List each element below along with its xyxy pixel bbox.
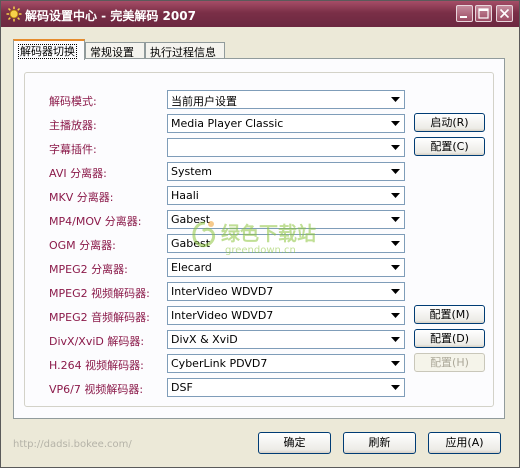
divx-xvid-decoder-select[interactable]: DivX & XviD (167, 330, 405, 349)
config-divx-button[interactable]: 配置(D) (414, 329, 485, 348)
main-player-label: 主播放器: (49, 119, 97, 132)
app-window: 解码设置中心 - 完美解码 2007 解码器切换 常规设置 执行过程信息 解码模… (0, 0, 520, 468)
close-icon (499, 8, 510, 19)
vp67-decoder-label: VP6/7 视频解码器: (49, 383, 144, 396)
chevron-down-icon[interactable] (388, 380, 403, 395)
config-h264-button[interactable]: 配置(H) (414, 353, 485, 372)
ok-button[interactable]: 确定 (258, 432, 331, 454)
config-audio-decoder-button[interactable]: 配置(M) (414, 305, 485, 324)
tab-decoder-switch[interactable]: 解码器切换 (13, 39, 85, 60)
main-player-select[interactable]: Media Player Classic (167, 114, 405, 133)
decode-mode-select[interactable]: 当前用户设置 (167, 90, 405, 109)
author-url: http://dadsi.bokee.com/ (13, 439, 132, 450)
config-subtitle-button[interactable]: 配置(C) (414, 137, 485, 156)
mkv-splitter-select[interactable]: Haali (167, 186, 405, 205)
mp4-splitter-label: MP4/MOV 分离器: (49, 215, 142, 228)
divx-xvid-decoder-label: DivX/XviD 解码器: (49, 335, 145, 348)
apply-button[interactable]: 应用(A) (428, 432, 501, 454)
maximize-icon (478, 8, 489, 19)
chevron-down-icon[interactable] (388, 284, 403, 299)
mpeg2-splitter-label: MPEG2 分离器: (49, 263, 128, 276)
tab-execution-info[interactable]: 执行过程信息 (145, 42, 225, 59)
chevron-down-icon[interactable] (388, 260, 403, 275)
chevron-down-icon[interactable] (388, 116, 403, 131)
leaf-logo-icon (192, 221, 216, 248)
ogm-splitter-label: OGM 分离器: (49, 239, 116, 252)
mpeg2-audio-decoder-select[interactable]: InterVideo WDVD7 (167, 306, 405, 325)
main-player-value: Media Player Classic (171, 117, 284, 130)
minimize-icon (460, 16, 467, 18)
refresh-button[interactable]: 刷新 (343, 432, 416, 454)
watermark-subtitle: greendown.cn (225, 245, 296, 256)
close-button[interactable] (496, 5, 513, 22)
tab-general-settings[interactable]: 常规设置 (85, 42, 145, 59)
app-sun-icon (6, 6, 22, 22)
decode-mode-label: 解码模式: (49, 95, 97, 108)
decode-mode-value: 当前用户设置 (171, 95, 237, 108)
h264-decoder-value: CyberLink PDVD7 (171, 357, 268, 370)
mpeg2-audio-decoder-label: MPEG2 音频解码器: (49, 311, 150, 324)
tab-label: 解码器切换 (18, 44, 77, 59)
start-player-button[interactable]: 启动(R) (414, 113, 485, 132)
avi-splitter-value: System (171, 165, 213, 178)
chevron-down-icon[interactable] (388, 332, 403, 347)
subtitle-plugin-select[interactable] (167, 138, 405, 157)
h264-decoder-select[interactable]: CyberLink PDVD7 (167, 354, 405, 373)
divx-xvid-decoder-value: DivX & XviD (171, 333, 238, 346)
chevron-down-icon[interactable] (388, 164, 403, 179)
minimize-button[interactable] (456, 5, 473, 22)
subtitle-plugin-label: 字幕插件: (49, 143, 97, 156)
chevron-down-icon[interactable] (388, 92, 403, 107)
chevron-down-icon[interactable] (388, 356, 403, 371)
mpeg2-splitter-value: Elecard (171, 261, 212, 274)
chevron-down-icon[interactable] (388, 236, 403, 251)
mpeg2-video-decoder-select[interactable]: InterVideo WDVD7 (167, 282, 405, 301)
avi-splitter-label: AVI 分离器: (49, 167, 107, 180)
watermark-title: 绿色下载站 (221, 223, 317, 245)
maximize-button[interactable] (475, 5, 492, 22)
mkv-splitter-label: MKV 分离器: (49, 191, 114, 204)
mpeg2-video-decoder-value: InterVideo WDVD7 (171, 285, 274, 298)
h264-decoder-label: H.264 视频解码器: (49, 359, 144, 372)
vp67-decoder-select[interactable]: DSF (167, 378, 405, 397)
mpeg2-splitter-select[interactable]: Elecard (167, 258, 405, 277)
vp67-decoder-value: DSF (171, 381, 193, 394)
chevron-down-icon[interactable] (388, 188, 403, 203)
mpeg2-audio-decoder-value: InterVideo WDVD7 (171, 309, 274, 322)
avi-splitter-select[interactable]: System (167, 162, 405, 181)
mpeg2-video-decoder-label: MPEG2 视频解码器: (49, 287, 150, 300)
mkv-splitter-value: Haali (171, 189, 199, 202)
chevron-down-icon[interactable] (388, 308, 403, 323)
title-bar[interactable]: 解码设置中心 - 完美解码 2007 (1, 1, 519, 27)
chevron-down-icon[interactable] (388, 140, 403, 155)
chevron-down-icon[interactable] (388, 212, 403, 227)
window-title: 解码设置中心 - 完美解码 2007 (25, 9, 196, 23)
